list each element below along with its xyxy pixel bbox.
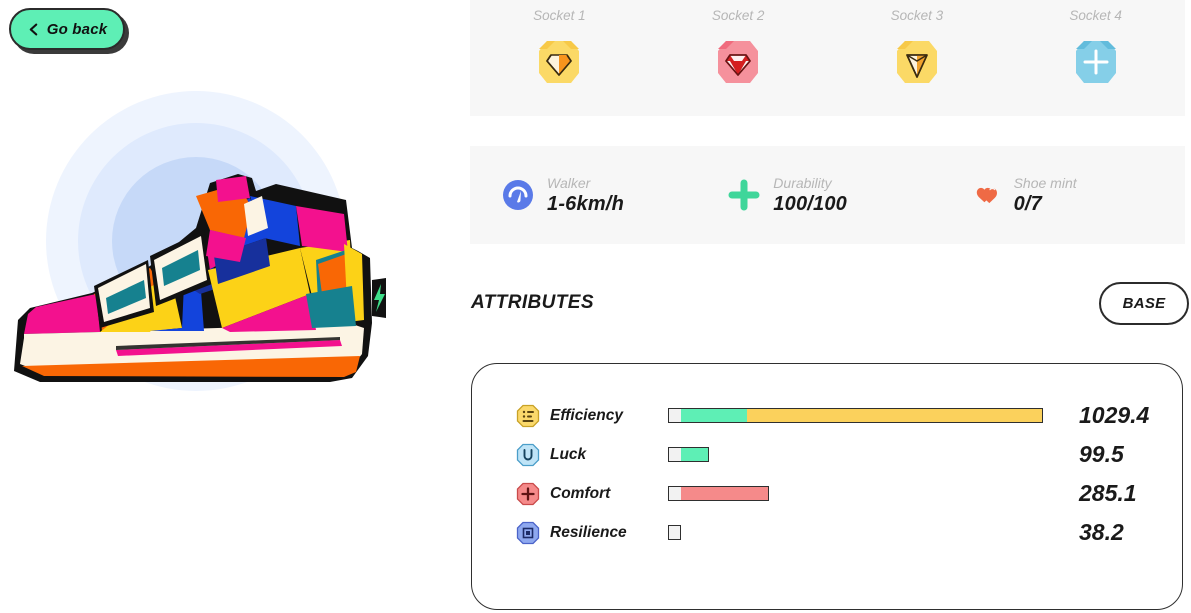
- attribute-name: Resilience: [550, 523, 627, 541]
- sockets-panel: Socket 1 Socket 2 Socket 3 Socket 4: [470, 0, 1185, 116]
- socket-slot-4[interactable]: Socket 4: [1006, 0, 1185, 116]
- attributes-card: Efficiency 1029.4 Luck 99.5 Comfort 285.…: [471, 363, 1183, 610]
- bar-base-segment: [668, 408, 681, 423]
- gem-gold-diamond-icon: [539, 41, 580, 83]
- stat-durability: Durability 100/100: [708, 175, 946, 216]
- plus-icon: [728, 179, 760, 211]
- shoe-details-column: Socket 1 Socket 2 Socket 3 Socket 4 Walk…: [470, 0, 1191, 613]
- sneaker-illustration: [0, 88, 400, 408]
- socket-empty-plus-icon: [1075, 41, 1116, 83]
- attribute-bar: [668, 525, 1053, 541]
- bar-segment-green: [681, 447, 709, 462]
- speedometer-icon: [503, 180, 533, 210]
- attribute-row-luck: Luck 99.5: [472, 435, 1182, 474]
- go-back-label: Go back: [46, 20, 108, 38]
- efficiency-icon: [516, 404, 540, 427]
- bar-base-segment: [668, 447, 681, 462]
- gem-red-ruby-icon: [718, 41, 759, 83]
- attribute-name: Luck: [550, 445, 587, 463]
- gem-yellow-topaz-icon: [896, 41, 937, 83]
- bar-segment-red: [681, 486, 769, 501]
- bar-stack: [668, 408, 1043, 423]
- shoe-preview-column: Go back: [0, 0, 470, 613]
- bar-base-segment: [668, 486, 681, 501]
- chevron-left-icon: [29, 23, 37, 35]
- luck-icon: [516, 443, 540, 466]
- attribute-name: Comfort: [550, 484, 611, 502]
- stat-value: 0/7: [1013, 192, 1042, 215]
- attribute-value: 1029.4: [1079, 402, 1150, 428]
- stat-label: Walker: [547, 174, 591, 191]
- stat-value: 100/100: [773, 192, 847, 215]
- bar-segment-yellow: [747, 408, 1043, 423]
- socket-slot-3[interactable]: Socket 3: [828, 0, 1007, 116]
- resilience-icon: [516, 521, 540, 544]
- stat-label: Shoe mint: [1013, 174, 1077, 191]
- socket-label: Socket 4: [1069, 8, 1122, 23]
- sneaker-artwork: [14, 91, 386, 391]
- attribute-value: 38.2: [1079, 519, 1124, 545]
- attribute-bar: [668, 486, 1053, 502]
- attribute-bar: [668, 447, 1053, 463]
- stats-panel: Walker 1-6km/h Durability 100/100 Shoe m…: [470, 146, 1185, 244]
- attribute-row-comfort: Comfort 285.1: [472, 474, 1182, 513]
- attribute-row-efficiency: Efficiency 1029.4: [472, 396, 1182, 435]
- lightning-bolt-icon: [372, 278, 386, 318]
- socket-label: Socket 2: [711, 8, 765, 23]
- stat-label: Durability: [773, 174, 832, 191]
- attribute-name: Efficiency: [550, 406, 623, 424]
- stat-walker: Walker 1-6km/h: [470, 175, 708, 216]
- attribute-value: 285.1: [1079, 480, 1137, 506]
- bar-stack: [668, 486, 769, 501]
- socket-label: Socket 1: [533, 8, 586, 23]
- attributes-mode-button[interactable]: BASE: [1099, 282, 1189, 325]
- stat-shoe-mint: Shoe mint 0/7: [947, 175, 1185, 216]
- socket-slot-1[interactable]: Socket 1: [470, 0, 649, 116]
- go-back-button[interactable]: Go back: [9, 8, 125, 50]
- socket-label: Socket 3: [890, 8, 944, 23]
- socket-slot-2[interactable]: Socket 2: [649, 0, 828, 116]
- stat-value: 1-6km/h: [547, 192, 624, 215]
- bar-base-segment: [668, 525, 681, 540]
- attribute-row-resilience: Resilience 38.2: [472, 513, 1182, 552]
- attributes-title: ATTRIBUTES: [471, 292, 594, 313]
- attribute-bar: [668, 408, 1053, 424]
- attribute-value: 99.5: [1079, 441, 1124, 467]
- bar-stack: [668, 525, 681, 540]
- shoe-detail-page: Go back Socket 1 Socket 2 Socket 3 Socke…: [0, 0, 1191, 613]
- bar-stack: [668, 447, 709, 462]
- bar-segment-green: [681, 408, 747, 423]
- hearts-icon: [976, 187, 997, 204]
- attributes-mode-label: BASE: [1122, 295, 1166, 312]
- attributes-header: ATTRIBUTES BASE: [470, 282, 1191, 332]
- comfort-icon: [516, 482, 540, 505]
